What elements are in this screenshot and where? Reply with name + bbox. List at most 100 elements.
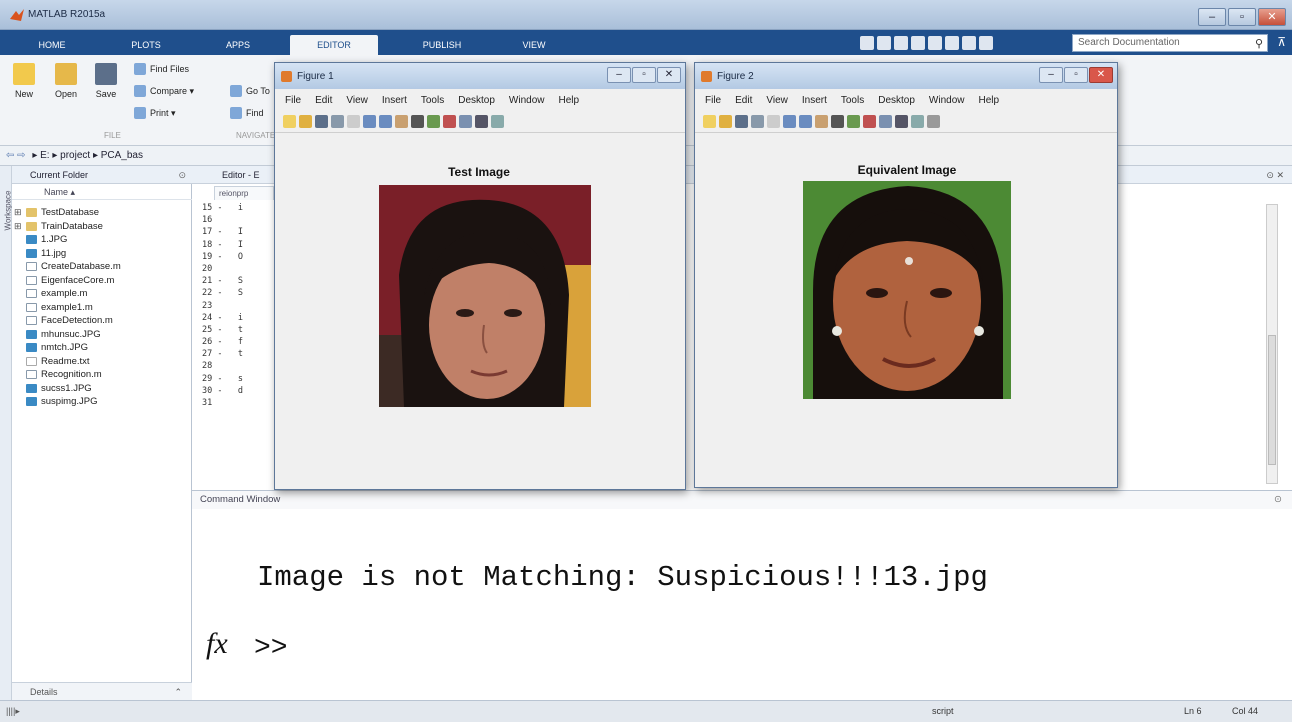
open-button[interactable]: Open (48, 63, 84, 99)
zoom-in-icon[interactable] (363, 115, 376, 128)
figure2-menu-desktop[interactable]: Desktop (878, 95, 915, 106)
figure1-menu-file[interactable]: File (285, 95, 301, 106)
code-line[interactable]: 17 - I (192, 226, 272, 238)
workspace-sidebar-tab[interactable]: Workspace (0, 166, 12, 700)
figure1-menu-window[interactable]: Window (509, 95, 545, 106)
file-list-item[interactable]: example1.m (26, 301, 121, 315)
code-line[interactable]: 30 - d (192, 385, 272, 397)
qa-help-icon[interactable] (979, 36, 993, 50)
code-line[interactable]: 24 - i (192, 312, 272, 324)
close-button[interactable]: ✕ (1258, 8, 1286, 26)
data-cursor-icon[interactable] (427, 115, 440, 128)
print-figure-icon[interactable] (751, 115, 764, 128)
pan-hand-icon[interactable] (395, 115, 408, 128)
maximize-button[interactable]: ▫ (1228, 8, 1256, 26)
code-line[interactable]: 22 - S (192, 287, 272, 299)
code-line[interactable]: 21 - S (192, 275, 272, 287)
legend-icon[interactable] (491, 115, 504, 128)
rotate-3d-icon[interactable] (831, 115, 844, 128)
zoom-out-icon[interactable] (379, 115, 392, 128)
figure2-menu-view[interactable]: View (766, 95, 788, 106)
expand-folder-icon[interactable]: ⊞ (14, 220, 22, 234)
find-button[interactable]: Find (230, 107, 264, 119)
expand-folder-icon[interactable]: ⊞ (14, 206, 22, 220)
code-line[interactable]: 29 - s (192, 373, 272, 385)
code-line[interactable]: 23 (192, 300, 272, 312)
qa-paste-icon[interactable] (911, 36, 925, 50)
dock-icon[interactable] (927, 115, 940, 128)
pan-hand-icon[interactable] (815, 115, 828, 128)
colorbar-icon[interactable] (895, 115, 908, 128)
code-line[interactable]: 26 - f (192, 336, 272, 348)
save-button[interactable]: Save (88, 63, 124, 99)
command-window-actions-icon[interactable]: ⊙ (1274, 491, 1282, 509)
tab-apps[interactable]: APPS (214, 35, 262, 55)
data-cursor-icon[interactable] (847, 115, 860, 128)
print-button[interactable]: Print ▾ (134, 107, 176, 119)
save-figure-icon[interactable] (735, 115, 748, 128)
code-line[interactable]: 19 - O (192, 251, 272, 263)
minimize-button[interactable]: – (1198, 8, 1226, 26)
figure1-maximize-button[interactable]: ▫ (632, 67, 656, 83)
code-line[interactable]: 31 (192, 397, 272, 409)
figure1-menu-view[interactable]: View (346, 95, 368, 106)
zoom-out-icon[interactable] (799, 115, 812, 128)
new-figure-icon[interactable] (283, 115, 296, 128)
command-prompt[interactable]: >> (254, 633, 288, 664)
file-list-item[interactable]: 11.jpg (26, 247, 121, 261)
link-plot-icon[interactable] (879, 115, 892, 128)
tab-home[interactable]: HOME (30, 35, 74, 55)
qa-redo-icon[interactable] (945, 36, 959, 50)
file-list-item[interactable]: nmtch.JPG (26, 341, 121, 355)
back-forward-arrows-icon[interactable]: ⇦ ⇨ (6, 150, 26, 161)
tab-plots[interactable]: PLOTS (118, 35, 174, 55)
file-list-item[interactable]: Recognition.m (26, 368, 121, 382)
qa-save-icon[interactable] (860, 36, 874, 50)
new-figure-icon[interactable] (703, 115, 716, 128)
new-button[interactable]: New (6, 63, 42, 99)
editor-scrollbar[interactable] (1266, 204, 1278, 484)
code-line[interactable]: 25 - t (192, 324, 272, 336)
goto-button[interactable]: Go To (230, 85, 270, 97)
zoom-in-icon[interactable] (783, 115, 796, 128)
file-list-item[interactable]: ⊞ TestDatabase (14, 206, 121, 220)
figure1-close-button[interactable]: ✕ (657, 67, 681, 83)
search-documentation-input[interactable]: Search Documentation ⚲ (1072, 34, 1268, 52)
save-figure-icon[interactable] (315, 115, 328, 128)
figure1-titlebar[interactable]: Figure 1 – ▫ ✕ (275, 63, 685, 89)
figure2-minimize-button[interactable]: – (1039, 67, 1063, 83)
open-file-icon[interactable] (299, 115, 312, 128)
figure2-titlebar[interactable]: Figure 2 – ▫ ✕ (695, 63, 1117, 89)
file-list-item[interactable]: EigenfaceCore.m (26, 274, 121, 288)
name-column-header[interactable]: Name ▴ (12, 184, 192, 200)
legend-icon[interactable] (911, 115, 924, 128)
open-file-icon[interactable] (719, 115, 732, 128)
print-figure-icon[interactable] (331, 115, 344, 128)
figure2-menu-help[interactable]: Help (979, 95, 1000, 106)
figure1-menu-help[interactable]: Help (559, 95, 580, 106)
function-browser-icon[interactable]: fx (206, 627, 228, 661)
scrollbar-thumb[interactable] (1268, 335, 1276, 465)
brush-icon[interactable] (863, 115, 876, 128)
file-list-item[interactable]: ⊞ TrainDatabase (14, 220, 121, 234)
file-list-item[interactable]: sucss1.JPG (26, 382, 121, 396)
details-panel-header[interactable]: Details ⌃ (12, 682, 192, 700)
command-window[interactable]: Command Window ⊙ Image is not Matching: … (192, 490, 1292, 700)
link-plot-icon[interactable] (459, 115, 472, 128)
figure2-maximize-button[interactable]: ▫ (1064, 67, 1088, 83)
editor-file-tab[interactable]: reionprp (214, 186, 274, 200)
figure1-minimize-button[interactable]: – (607, 67, 631, 83)
file-list-item[interactable]: Readme.txt (26, 355, 121, 369)
colorbar-icon[interactable] (475, 115, 488, 128)
search-icon[interactable]: ⚲ (1255, 36, 1263, 52)
code-line[interactable]: 20 (192, 263, 272, 275)
figure1-menu-tools[interactable]: Tools (421, 95, 444, 106)
code-line[interactable]: 18 - I (192, 239, 272, 251)
code-line[interactable]: 27 - t (192, 348, 272, 360)
editor-code-lines[interactable]: 15 - i 16 17 - I 18 - I 19 - O 20 21 - S 22 - S… (192, 202, 272, 490)
figure2-menu-tools[interactable]: Tools (841, 95, 864, 106)
figure2-menu-insert[interactable]: Insert (802, 95, 827, 106)
qa-undo-icon[interactable] (928, 36, 942, 50)
edit-plot-arrow-icon[interactable] (767, 115, 780, 128)
rotate-3d-icon[interactable] (411, 115, 424, 128)
